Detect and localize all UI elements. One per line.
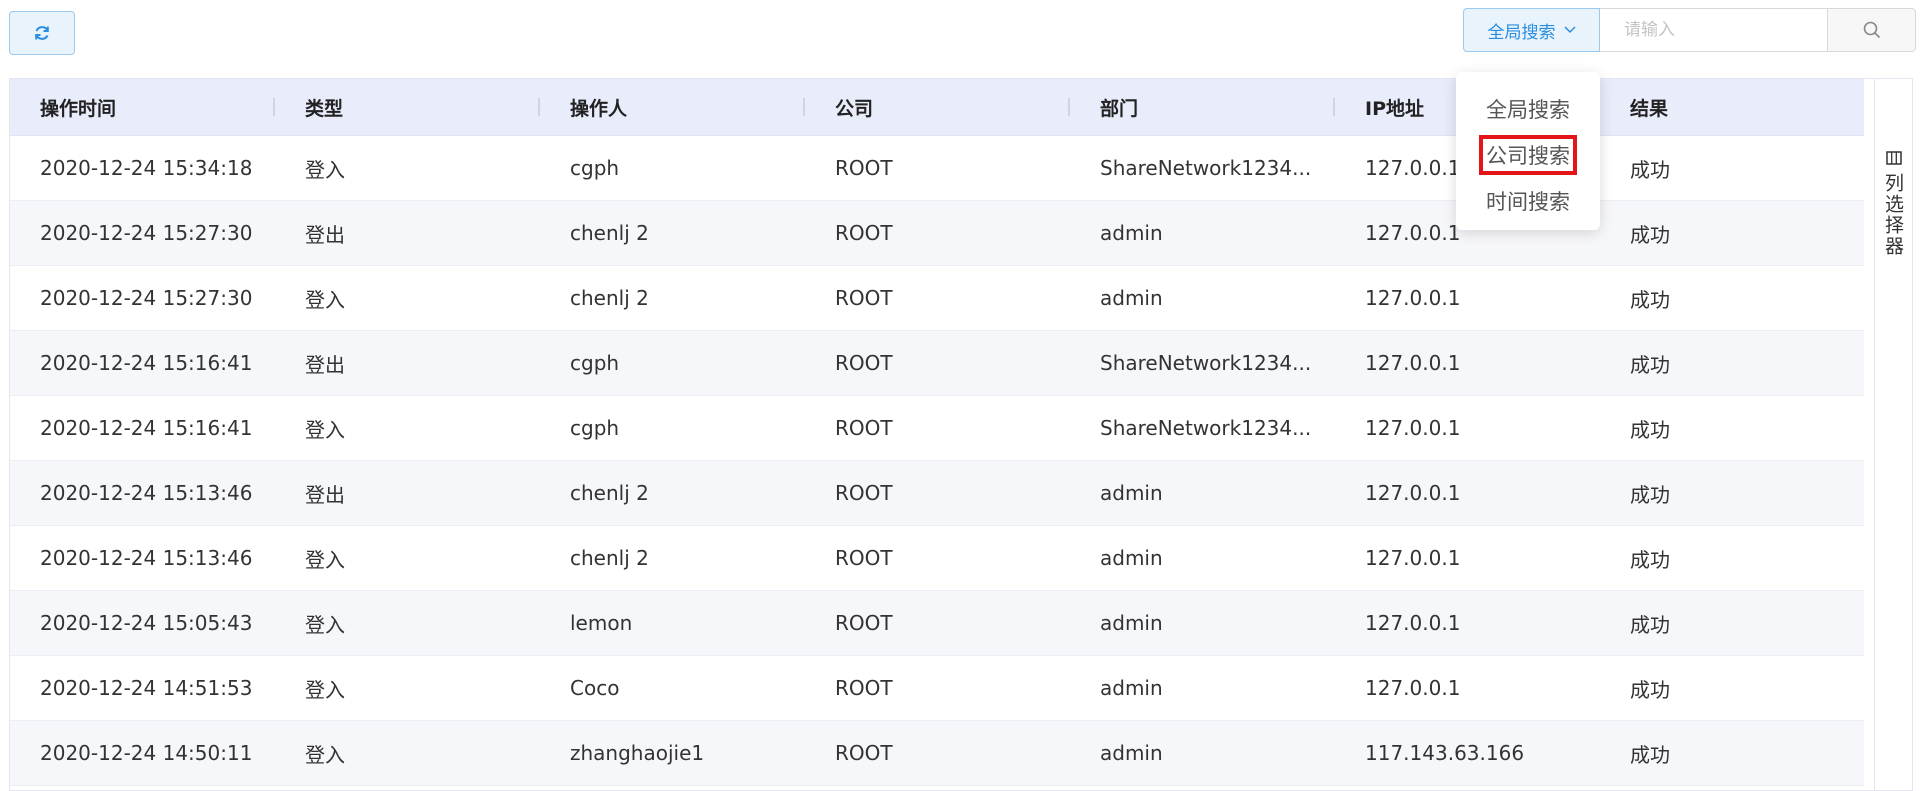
cell-time: 2020-12-24 15:27:30 <box>10 200 275 266</box>
cell-time: 2020-12-24 15:05:43 <box>10 590 275 656</box>
cell-type: 登入 <box>275 395 540 461</box>
cell-department: admin <box>1070 655 1335 721</box>
columns-icon <box>1885 151 1902 165</box>
cell-operator: zhanghaojie1 <box>540 720 805 786</box>
cell-type: 登入 <box>275 655 540 721</box>
cell-ip: 127.0.0.1 <box>1335 265 1600 331</box>
refresh-icon <box>35 26 49 40</box>
table-row[interactable]: 2020-12-24 15:05:43 登入 lemon ROOT admin … <box>10 590 1864 656</box>
cell-operator: cgph <box>540 330 805 396</box>
table-row[interactable]: 2020-12-24 14:51:53 登入 Coco ROOT admin 1… <box>10 655 1864 721</box>
cell-type: 登出 <box>275 330 540 396</box>
cell-company: ROOT <box>805 590 1070 656</box>
cell-type: 登出 <box>275 200 540 266</box>
search-icon <box>1863 21 1880 39</box>
search-bar: 全局搜索 <box>1463 8 1916 52</box>
cell-time: 2020-12-24 14:51:53 <box>10 655 275 721</box>
chevron-down-icon <box>1563 26 1576 34</box>
column-header[interactable]: 结果 <box>1600 79 1864 136</box>
cell-operator: cgph <box>540 395 805 461</box>
menu-item-time-search[interactable]: 时间搜索 <box>1456 178 1600 224</box>
cell-time: 2020-12-24 15:13:46 <box>10 460 275 526</box>
cell-ip: 127.0.0.1 <box>1335 330 1600 396</box>
cell-company: ROOT <box>805 655 1070 721</box>
cell-result: 成功 <box>1600 265 1864 331</box>
cell-company: ROOT <box>805 525 1070 591</box>
cell-time: 2020-12-24 15:16:41 <box>10 330 275 396</box>
cell-result: 成功 <box>1600 590 1864 656</box>
cell-operator: chenlj 2 <box>540 265 805 331</box>
cell-type: 登入 <box>275 265 540 331</box>
column-header[interactable]: 公司 <box>805 79 1070 136</box>
cell-result: 成功 <box>1600 200 1864 266</box>
cell-ip: 127.0.0.1 <box>1335 590 1600 656</box>
cell-operator: lemon <box>540 590 805 656</box>
cell-department: admin <box>1070 200 1335 266</box>
cell-ip: 127.0.0.1 <box>1335 460 1600 526</box>
cell-department: ShareNetwork1234... <box>1070 395 1335 461</box>
cell-time: 2020-12-24 15:13:46 <box>10 525 275 591</box>
cell-department: ShareNetwork1234... <box>1070 135 1335 201</box>
cell-operator: chenlj 2 <box>540 200 805 266</box>
cell-operator: chenlj 2 <box>540 460 805 526</box>
cell-company: ROOT <box>805 135 1070 201</box>
cell-company: ROOT <box>805 395 1070 461</box>
search-scope-label: 全局搜索 <box>1487 22 1556 43</box>
cell-company: ROOT <box>805 460 1070 526</box>
cell-type: 登出 <box>275 460 540 526</box>
cell-type: 登入 <box>275 590 540 656</box>
column-header[interactable]: 操作时间 <box>10 79 275 136</box>
cell-result: 成功 <box>1600 655 1864 721</box>
cell-department: admin <box>1070 265 1335 331</box>
column-header[interactable]: 部门 <box>1070 79 1335 136</box>
cell-type: 登入 <box>275 525 540 591</box>
cell-time: 2020-12-24 15:27:30 <box>10 265 275 331</box>
cell-department: admin <box>1070 525 1335 591</box>
log-table-container: 操作时间 类型 操作人 公司 部门 IP地址 结果 2020-12-24 15:… <box>9 78 1913 791</box>
cell-company: ROOT <box>805 720 1070 786</box>
cell-result: 成功 <box>1600 720 1864 786</box>
cell-department: admin <box>1070 460 1335 526</box>
table-row[interactable]: 2020-12-24 15:13:46 登入 chenlj 2 ROOT adm… <box>10 525 1864 591</box>
cell-result: 成功 <box>1600 395 1864 461</box>
cell-type: 登入 <box>275 135 540 201</box>
cell-type: 登入 <box>275 720 540 786</box>
cell-ip: 117.143.63.166 <box>1335 720 1600 786</box>
cell-result: 成功 <box>1600 460 1864 526</box>
search-scope-dropdown[interactable]: 全局搜索 <box>1463 8 1600 52</box>
cell-time: 2020-12-24 15:16:41 <box>10 395 275 461</box>
table-row[interactable]: 2020-12-24 15:16:41 登出 cgph ROOT ShareNe… <box>10 330 1864 396</box>
cell-time: 2020-12-24 14:50:11 <box>10 720 275 786</box>
column-selector-label: 列选择器 <box>1882 173 1904 257</box>
cell-operator: cgph <box>540 135 805 201</box>
table-row[interactable]: 2020-12-24 15:16:41 登入 cgph ROOT ShareNe… <box>10 395 1864 461</box>
cell-result: 成功 <box>1600 525 1864 591</box>
cell-department: admin <box>1070 590 1335 656</box>
cell-department: ShareNetwork1234... <box>1070 330 1335 396</box>
search-button[interactable] <box>1828 8 1916 52</box>
cell-time: 2020-12-24 15:34:18 <box>10 135 275 201</box>
table-row[interactable]: 2020-12-24 14:50:11 登入 zhanghaojie1 ROOT… <box>10 720 1864 786</box>
table-row[interactable]: 2020-12-24 15:27:30 登入 chenlj 2 ROOT adm… <box>10 265 1864 331</box>
cell-ip: 127.0.0.1 <box>1335 655 1600 721</box>
menu-item-company-search[interactable]: 公司搜索 <box>1456 132 1600 178</box>
refresh-button[interactable] <box>9 11 75 55</box>
cell-result: 成功 <box>1600 330 1864 396</box>
cell-company: ROOT <box>805 265 1070 331</box>
cell-operator: chenlj 2 <box>540 525 805 591</box>
cell-department: admin <box>1070 720 1335 786</box>
table-row[interactable]: 2020-12-24 15:13:46 登出 chenlj 2 ROOT adm… <box>10 460 1864 526</box>
column-header[interactable]: 类型 <box>275 79 540 136</box>
cell-company: ROOT <box>805 330 1070 396</box>
search-input[interactable] <box>1600 8 1828 52</box>
column-header[interactable]: 操作人 <box>540 79 805 136</box>
cell-company: ROOT <box>805 200 1070 266</box>
cell-ip: 127.0.0.1 <box>1335 525 1600 591</box>
search-scope-menu: 全局搜索 公司搜索 时间搜索 <box>1456 72 1600 230</box>
cell-ip: 127.0.0.1 <box>1335 395 1600 461</box>
cell-operator: Coco <box>540 655 805 721</box>
menu-item-global-search[interactable]: 全局搜索 <box>1456 86 1600 132</box>
column-selector-button[interactable]: 列选择器 <box>1874 79 1912 790</box>
cell-result: 成功 <box>1600 135 1864 201</box>
